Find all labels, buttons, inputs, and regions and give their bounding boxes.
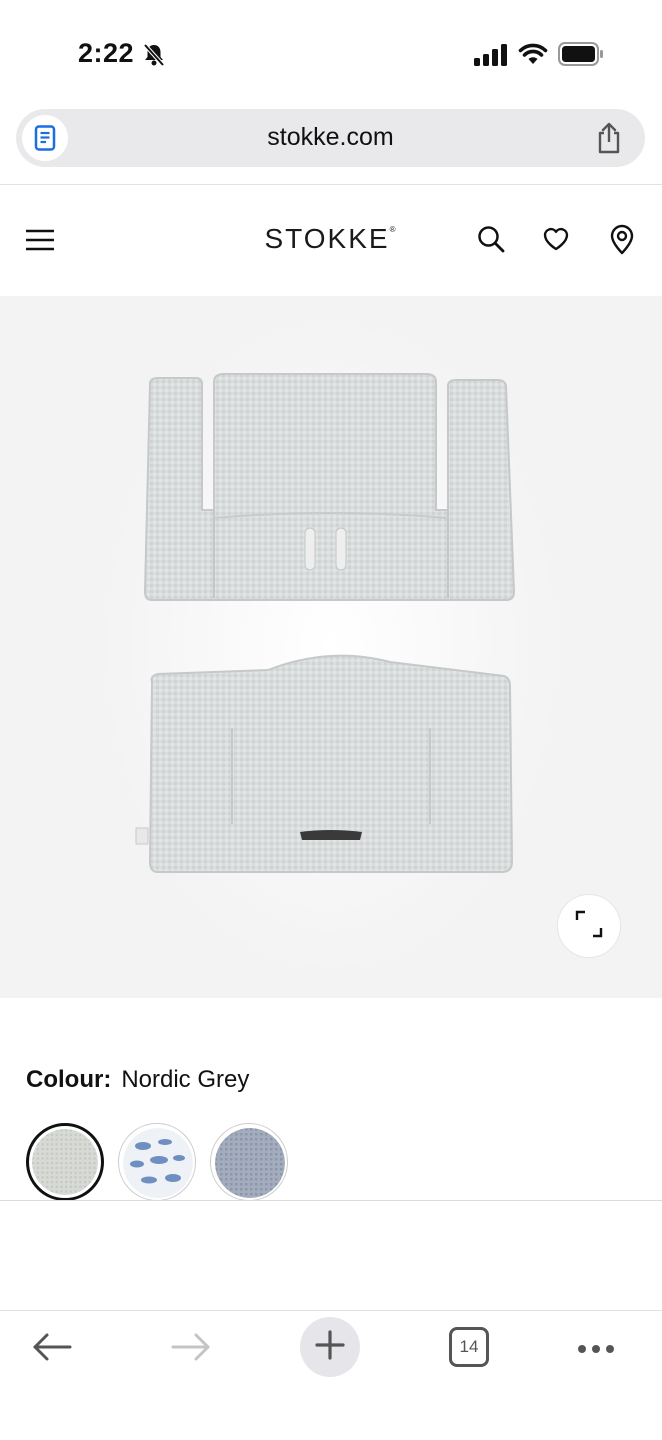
signal-icon [474, 44, 508, 71]
url-text[interactable]: stokke.com [16, 123, 645, 152]
bell-slash-icon [141, 42, 167, 73]
swatch-fabric [215, 1128, 285, 1198]
more-icon[interactable] [577, 1341, 615, 1359]
site-header: STOKKE® [0, 185, 662, 295]
swatch-fabric [123, 1128, 193, 1198]
swatch-nordic-grey[interactable] [26, 1123, 104, 1201]
cushion-illustration [101, 316, 561, 976]
expand-image-button[interactable] [557, 894, 621, 958]
tabs-button[interactable]: 14 [449, 1327, 489, 1367]
divider [0, 1200, 662, 1201]
colour-selector-label: Colour: Nordic Grey [26, 1066, 249, 1094]
colour-label: Colour: [26, 1066, 112, 1093]
back-arrow-icon[interactable] [31, 1331, 73, 1368]
logo-text: STOKKE [264, 223, 390, 254]
address-bar[interactable]: stokke.com [16, 109, 645, 167]
swatch-blue-pattern[interactable] [118, 1123, 196, 1201]
swatch-fabric [32, 1129, 98, 1195]
heart-icon[interactable] [542, 226, 570, 257]
search-icon[interactable] [477, 225, 505, 258]
share-icon[interactable] [595, 122, 623, 159]
status-bar: 2:22 [0, 0, 662, 100]
new-tab-button[interactable] [300, 1317, 360, 1377]
expand-icon [575, 910, 603, 943]
forward-arrow-icon[interactable] [170, 1331, 212, 1368]
plus-icon [315, 1329, 345, 1365]
colour-value: Nordic Grey [121, 1066, 250, 1093]
swatch-blue-grey[interactable] [210, 1123, 288, 1201]
browser-toolbar: 14 [0, 1311, 662, 1440]
location-pin-icon[interactable] [609, 223, 635, 260]
product-image[interactable] [0, 296, 662, 998]
wifi-icon [518, 42, 548, 71]
logo-mark: ® [389, 225, 398, 234]
status-time: 2:22 [78, 38, 135, 68]
battery-icon [558, 42, 604, 71]
